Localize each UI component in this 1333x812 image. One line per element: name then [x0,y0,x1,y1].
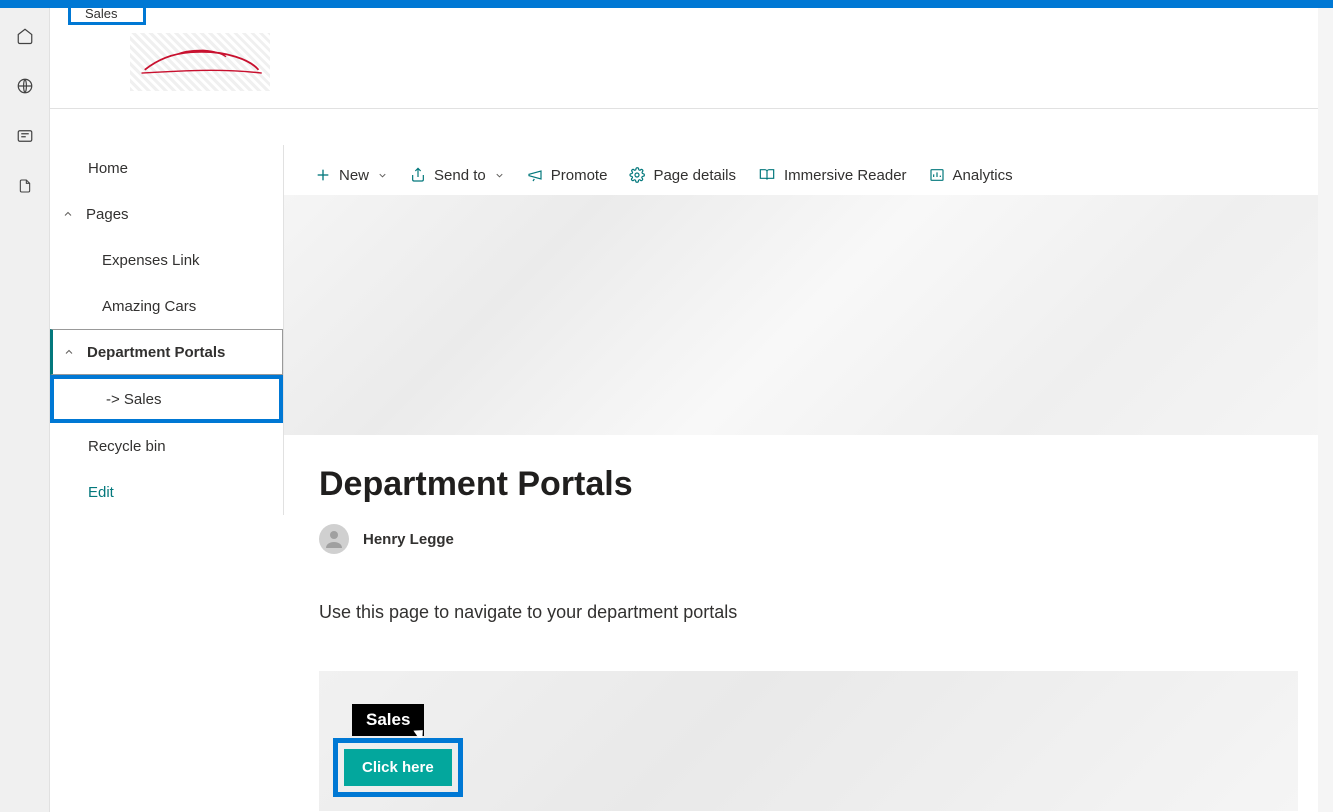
nav-item-pages[interactable]: Pages [50,191,283,237]
page-content: Department Portals Henry Legge Use this … [284,435,1333,811]
cmd-send-to[interactable]: Send to [410,167,505,184]
nav-dept-label: Department Portals [87,344,225,361]
avatar [319,524,349,554]
cmd-promote[interactable]: Promote [527,167,608,184]
site-logo[interactable] [130,33,270,91]
promote-icon [527,167,543,183]
globe-icon[interactable] [15,76,35,96]
immersive-reader-icon [758,167,776,183]
cmd-page-details[interactable]: Page details [629,167,736,184]
nav-item-home[interactable]: Home [50,145,283,191]
cmd-analytics-label: Analytics [953,167,1013,184]
chevron-down-icon [494,170,505,181]
cmd-new-label: New [339,167,369,184]
home-icon[interactable] [15,26,35,46]
header-divider [50,108,1333,109]
author-name: Henry Legge [363,531,454,548]
nav-item-sales[interactable]: -> Sales [54,379,279,419]
chevron-up-icon [63,346,75,358]
author-row: Henry Legge [319,524,1298,554]
nav-item-amazing-cars[interactable]: Amazing Cars [50,283,283,329]
cmd-new[interactable]: New [315,167,388,184]
cmd-immersive-label: Immersive Reader [784,167,907,184]
page-description: Use this page to navigate to your depart… [319,602,1298,623]
share-icon [410,167,426,183]
click-here-highlight: Click here [333,738,463,797]
sales-tab-highlight: Sales [68,2,146,25]
cmd-analytics[interactable]: Analytics [929,167,1013,184]
cmd-details-label: Page details [653,167,736,184]
gear-icon [629,167,645,183]
command-bar: New Send to Promote Page details Immersi… [305,155,1333,195]
news-icon[interactable] [15,126,35,146]
left-navigation: Home Pages Expenses Link Amazing Cars De… [50,145,284,515]
sales-tab-label[interactable]: Sales [85,6,118,21]
nav-sales-highlight: -> Sales [50,375,283,423]
cmd-immersive-reader[interactable]: Immersive Reader [758,167,907,184]
vertical-scrollbar[interactable] [1318,8,1333,812]
cmd-promote-label: Promote [551,167,608,184]
chevron-up-icon [62,208,74,220]
click-here-button[interactable]: Click here [344,749,452,786]
plus-icon [315,167,331,183]
analytics-icon [929,167,945,183]
page-title: Department Portals [319,465,1298,504]
nav-edit-link[interactable]: Edit [50,469,283,515]
app-rail [0,8,50,812]
cmd-sendto-label: Send to [434,167,486,184]
file-icon[interactable] [15,176,35,196]
nav-item-recycle-bin[interactable]: Recycle bin [50,423,283,469]
nav-item-department-portals[interactable]: Department Portals [50,329,283,375]
nav-item-expenses[interactable]: Expenses Link [50,237,283,283]
card-section: Sales Click here [319,671,1298,811]
top-accent-bar [0,0,1333,8]
page-banner [284,195,1333,435]
nav-pages-label: Pages [86,206,129,223]
chevron-down-icon [377,170,388,181]
